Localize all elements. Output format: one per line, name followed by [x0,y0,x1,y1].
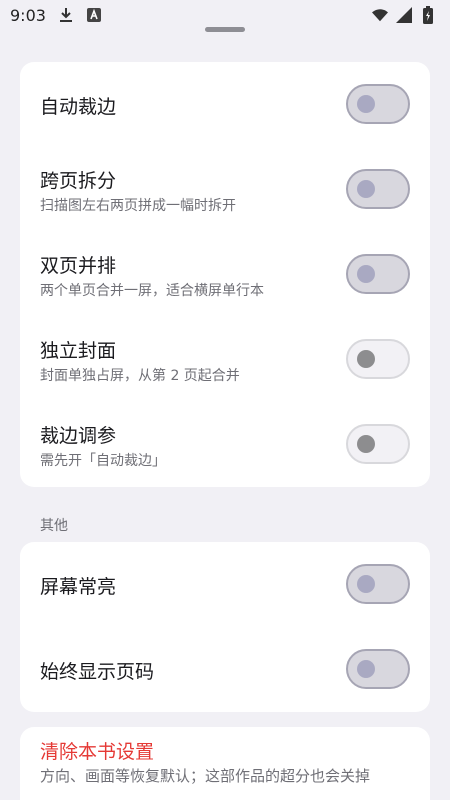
setting-title: 屏幕常亮 [40,576,117,598]
wifi-icon [372,7,388,23]
clear-book-settings-button[interactable]: 清除本书设置 方向、画面等恢复默认；这部作品的超分也会关掉 [20,727,430,800]
clear-book-settings-title: 清除本书设置 [40,741,155,763]
setting-title: 裁边调参 [40,425,117,447]
sheet-drag-handle[interactable] [205,27,245,32]
section-label-other: 其他 [40,518,68,534]
setting-title: 双页并排 [40,255,117,277]
status-time: 9:03 [10,5,46,25]
status-left: 9:03 [10,6,102,25]
split-spread-toggle[interactable] [346,169,410,209]
toggle-knob [357,265,375,283]
keyboard-a-icon [86,7,102,23]
setting-title: 始终显示页码 [40,661,155,683]
setting-title: 自动裁边 [40,96,117,118]
setting-row-dual-page[interactable]: 双页并排 两个单页合并一屏，适合横屏单行本 [20,232,430,317]
separate-cover-toggle[interactable] [346,339,410,379]
page-settings-card: 自动裁边 跨页拆分 扫描图左右两页拼成一幅时拆开 双页并排 两个单页合并一屏，适… [20,62,430,487]
always-show-page-number-toggle[interactable] [346,649,410,689]
signal-icon [396,7,412,23]
crop-tuning-toggle[interactable] [346,424,410,464]
setting-row-split-spread[interactable]: 跨页拆分 扫描图左右两页拼成一幅时拆开 [20,147,430,232]
toggle-knob [357,350,375,368]
toggle-knob [357,435,375,453]
setting-row-always-show-page-number[interactable]: 始终显示页码 [20,627,430,712]
setting-row-crop-tuning[interactable]: 裁边调参 需先开「自动裁边」 [20,402,430,487]
status-right [372,6,436,24]
setting-title: 跨页拆分 [40,170,117,192]
clear-book-settings-subtitle: 方向、画面等恢复默认；这部作品的超分也会关掉 [40,767,371,785]
status-bar: 9:03 [0,0,450,30]
settings-sheet: 9:03 自动裁边 跨页拆分 扫描图左右两页拼成一幅时拆开 双页并排 两个单页合… [0,0,450,800]
setting-subtitle: 封面单独占屏，从第 2 页起合并 [40,368,240,384]
toggle-knob [357,95,375,113]
auto-crop-toggle[interactable] [346,84,410,124]
setting-title: 独立封面 [40,340,117,362]
keep-screen-on-toggle[interactable] [346,564,410,604]
toggle-knob [357,660,375,678]
download-icon [58,7,74,23]
toggle-knob [357,180,375,198]
setting-subtitle: 扫描图左右两页拼成一幅时拆开 [40,198,236,214]
dual-page-toggle[interactable] [346,254,410,294]
setting-row-separate-cover[interactable]: 独立封面 封面单独占屏，从第 2 页起合并 [20,317,430,402]
toggle-knob [357,575,375,593]
setting-subtitle: 需先开「自动裁边」 [40,453,166,469]
setting-row-auto-crop[interactable]: 自动裁边 [20,62,430,147]
other-settings-card: 屏幕常亮 始终显示页码 [20,542,430,712]
setting-row-keep-screen-on[interactable]: 屏幕常亮 [20,542,430,627]
battery-icon [420,6,436,24]
setting-subtitle: 两个单页合并一屏，适合横屏单行本 [40,283,264,299]
